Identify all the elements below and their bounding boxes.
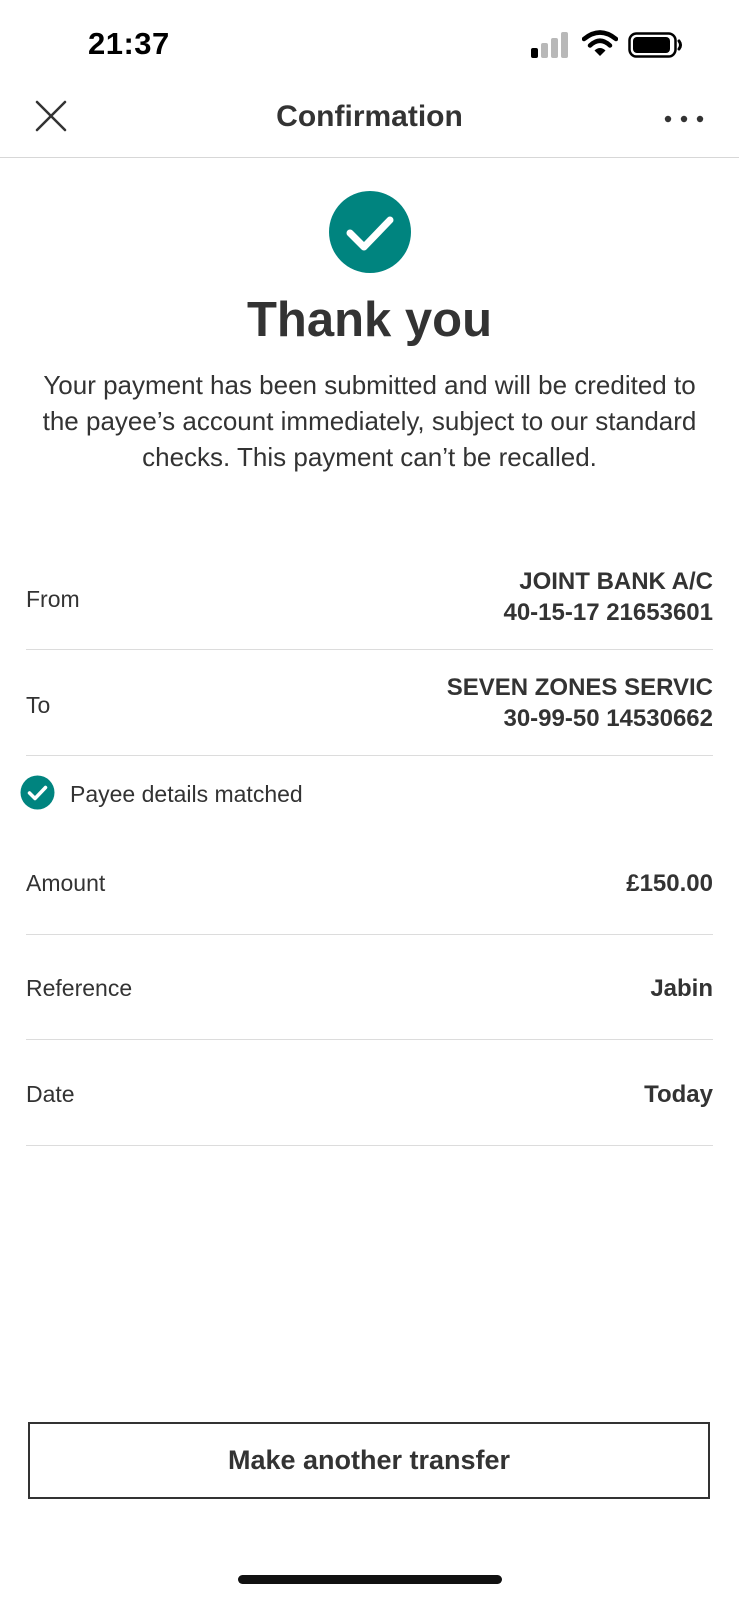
page-title: Confirmation	[276, 100, 463, 133]
to-payee-name: SEVEN ZONES SERVIC	[446, 674, 713, 701]
confirmation-message: Your payment has been submitted and will…	[42, 370, 697, 472]
payee-match-text: Payee details matched	[70, 781, 303, 807]
home-indicator[interactable]	[238, 1575, 502, 1584]
reference-row: Reference Jabin	[26, 955, 713, 1040]
status-bar: 21:37	[0, 0, 739, 80]
amount-label: Amount	[26, 870, 106, 896]
check-circle-icon	[20, 775, 55, 810]
from-label: From	[26, 586, 80, 612]
reference-value: Jabin	[650, 975, 713, 1002]
battery-icon	[628, 32, 682, 58]
check-circle-icon	[329, 191, 411, 273]
amount-value: £150.00	[626, 870, 713, 897]
from-account-number: 40-15-17 21653601	[503, 599, 713, 626]
reference-label: Reference	[26, 975, 133, 1001]
signal-icon	[531, 32, 568, 58]
to-value: SEVEN ZONES SERVIC 30-99-50 14530662	[447, 672, 713, 734]
to-account-number: 30-99-50 14530662	[503, 705, 713, 732]
to-label: To	[26, 692, 51, 718]
headline: Thank you	[246, 293, 493, 347]
from-account-name: JOINT BANK A/C	[519, 568, 713, 595]
from-value: JOINT BANK A/C 40-15-17 21653601	[503, 566, 713, 628]
status-time: 21:37	[88, 26, 170, 61]
nav-bar: Confirmation	[0, 80, 739, 158]
make-another-transfer-button[interactable]: Make another transfer	[28, 1422, 710, 1499]
date-row: Date Today	[26, 1061, 713, 1146]
date-label: Date	[26, 1081, 75, 1107]
amount-row: Amount £150.00	[26, 852, 713, 935]
wifi-icon	[582, 30, 618, 56]
to-row: To SEVEN ZONES SERVIC 30-99-50 14530662	[26, 668, 713, 756]
more-options-icon[interactable]	[662, 106, 710, 132]
from-row: From JOINT BANK A/C 40-15-17 21653601	[26, 562, 713, 650]
date-value: Today	[644, 1081, 713, 1108]
